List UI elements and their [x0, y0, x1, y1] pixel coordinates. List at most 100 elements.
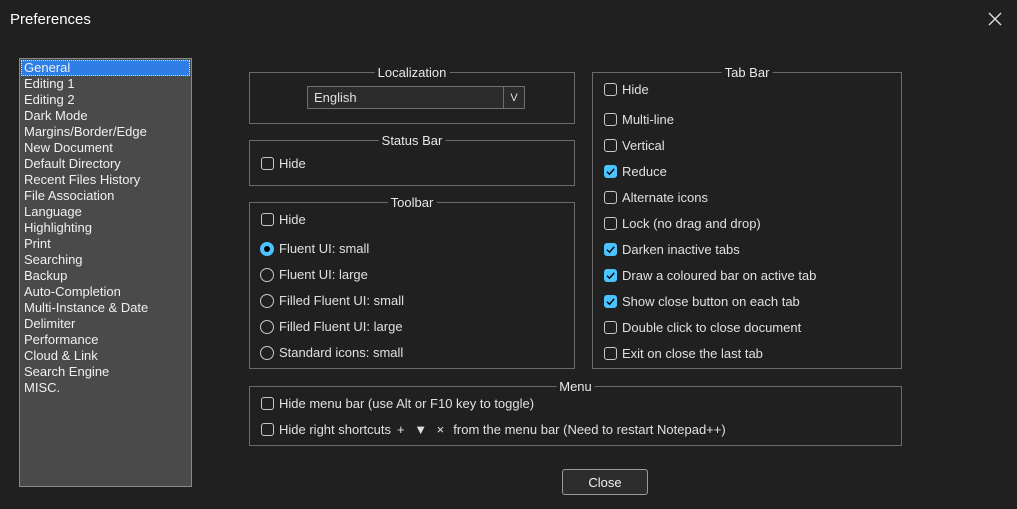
window-title: Preferences: [10, 11, 91, 28]
checkbox-icon[interactable]: [261, 157, 274, 170]
toolbar-legend: Toolbar: [387, 195, 437, 210]
category-item[interactable]: General: [21, 60, 190, 76]
checkbox-label: Hide: [622, 82, 649, 97]
toolbar-icon-radio[interactable]: Fluent UI: small: [260, 241, 369, 256]
radio-icon[interactable]: [260, 319, 274, 334]
radio-icon[interactable]: [260, 345, 274, 360]
checkmark-icon[interactable]: [604, 165, 617, 178]
status-bar-legend: Status Bar: [378, 133, 446, 148]
category-item[interactable]: MISC.: [21, 380, 190, 396]
category-item[interactable]: Recent Files History: [21, 172, 190, 188]
status-bar-hide-checkbox[interactable]: Hide: [261, 156, 306, 171]
radio-label: Fluent UI: large: [279, 267, 368, 282]
shortcut-symbols-icon: + ▼ ×: [397, 422, 448, 437]
checkbox-icon[interactable]: [604, 217, 617, 230]
checkbox-label-post: from the menu bar (Need to restart Notep…: [453, 422, 726, 437]
status-bar-group: Status Bar Hide: [249, 133, 575, 186]
tab-bar-option-checkbox[interactable]: Lock (no drag and drop): [604, 216, 761, 231]
category-item[interactable]: Backup: [21, 268, 190, 284]
category-list[interactable]: General Editing 1 Editing 2 Dark Mode Margin…: [19, 58, 192, 487]
category-item[interactable]: Editing 1: [21, 76, 190, 92]
close-icon[interactable]: [981, 6, 1009, 32]
category-item[interactable]: New Document: [21, 140, 190, 156]
dropdown-arrow-icon[interactable]: V: [503, 87, 524, 108]
toolbar-icon-radio[interactable]: Standard icons: small: [260, 345, 403, 360]
checkbox-label: Show close button on each tab: [622, 294, 800, 309]
radio-icon[interactable]: [260, 241, 274, 256]
toolbar-hide-checkbox[interactable]: Hide: [261, 212, 306, 227]
checkbox-icon[interactable]: [604, 139, 617, 152]
checkbox-label: Alternate icons: [622, 190, 708, 205]
tab-bar-option-checkbox[interactable]: Darken inactive tabs: [604, 242, 740, 257]
checkbox-label: Reduce: [622, 164, 667, 179]
checkbox-label: Lock (no drag and drop): [622, 216, 761, 231]
toolbar-group: Toolbar Hide Fluent UI: small Fluent UI: …: [249, 195, 575, 369]
checkbox-icon[interactable]: [604, 191, 617, 204]
checkbox-icon[interactable]: [261, 397, 274, 410]
tab-bar-option-checkbox[interactable]: Vertical: [604, 138, 665, 153]
hide-menu-bar-checkbox[interactable]: Hide menu bar (use Alt or F10 key to tog…: [261, 396, 534, 411]
checkbox-label: Exit on close the last tab: [622, 346, 763, 361]
checkmark-icon[interactable]: [604, 269, 617, 282]
toolbar-icon-radio[interactable]: Filled Fluent UI: small: [260, 293, 404, 308]
category-item[interactable]: Highlighting: [21, 220, 190, 236]
radio-icon[interactable]: [260, 267, 274, 282]
category-item[interactable]: Auto-Completion: [21, 284, 190, 300]
checkbox-label: Draw a coloured bar on active tab: [622, 268, 817, 283]
checkbox-icon[interactable]: [604, 347, 617, 360]
tab-bar-option-checkbox[interactable]: Show close button on each tab: [604, 294, 800, 309]
localization-group: Localization English V: [249, 65, 575, 124]
category-item[interactable]: Multi-Instance & Date: [21, 300, 190, 316]
hide-right-shortcuts-checkbox[interactable]: Hide right shortcuts + ▼ × from the menu…: [261, 422, 726, 437]
category-item[interactable]: Search Engine: [21, 364, 190, 380]
toolbar-icon-radio[interactable]: Fluent UI: large: [260, 267, 368, 282]
checkbox-label: Hide: [279, 156, 306, 171]
menu-legend: Menu: [556, 379, 595, 394]
checkbox-icon[interactable]: [604, 321, 617, 334]
category-item[interactable]: Default Directory: [21, 156, 190, 172]
language-select[interactable]: English V: [307, 86, 525, 109]
menu-group: Menu Hide menu bar (use Alt or F10 key t…: [249, 379, 902, 446]
checkbox-label: Double click to close document: [622, 320, 802, 335]
checkbox-label: Hide menu bar (use Alt or F10 key to tog…: [279, 396, 535, 411]
tab-bar-option-checkbox[interactable]: Hide: [604, 82, 649, 97]
radio-label: Standard icons: small: [279, 345, 404, 360]
category-item[interactable]: Margins/Border/Edge: [21, 124, 190, 140]
radio-icon[interactable]: [260, 293, 274, 308]
category-item[interactable]: Dark Mode: [21, 108, 190, 124]
tab-bar-option-checkbox[interactable]: Double click to close document: [604, 320, 801, 335]
toolbar-icon-radio[interactable]: Filled Fluent UI: large: [260, 319, 403, 334]
category-item[interactable]: Language: [21, 204, 190, 220]
tab-bar-option-checkbox[interactable]: Reduce: [604, 164, 667, 179]
title-bar: Preferences: [0, 0, 1017, 40]
close-button[interactable]: Close: [562, 469, 648, 495]
tab-bar-group: Tab Bar Hide Multi-line Vertical Reduce Alte…: [592, 65, 902, 369]
tab-bar-option-checkbox[interactable]: Exit on close the last tab: [604, 346, 763, 361]
tab-bar-option-checkbox[interactable]: Alternate icons: [604, 190, 708, 205]
category-item[interactable]: Print: [21, 236, 190, 252]
tab-bar-option-checkbox[interactable]: Draw a coloured bar on active tab: [604, 268, 816, 283]
checkbox-icon[interactable]: [261, 423, 274, 436]
checkmark-icon[interactable]: [604, 243, 617, 256]
checkbox-icon[interactable]: [604, 83, 617, 96]
checkbox-label-pre: Hide right shortcuts: [279, 422, 391, 437]
category-item[interactable]: Delimiter: [21, 316, 190, 332]
category-item[interactable]: File Association: [21, 188, 190, 204]
checkbox-icon[interactable]: [604, 113, 617, 126]
radio-label: Fluent UI: small: [279, 241, 370, 256]
checkbox-label: Darken inactive tabs: [622, 242, 740, 257]
tab-bar-legend: Tab Bar: [721, 65, 773, 80]
checkbox-label: Vertical: [622, 138, 665, 153]
tab-bar-option-checkbox[interactable]: Multi-line: [604, 112, 674, 127]
checkmark-icon[interactable]: [604, 295, 617, 308]
category-item[interactable]: Cloud & Link: [21, 348, 190, 364]
radio-label: Filled Fluent UI: large: [279, 319, 403, 334]
radio-label: Filled Fluent UI: small: [279, 293, 404, 308]
category-item[interactable]: Editing 2: [21, 92, 190, 108]
checkbox-label: Multi-line: [622, 112, 675, 127]
category-item[interactable]: Searching: [21, 252, 190, 268]
language-value: English: [314, 90, 357, 105]
category-item[interactable]: Performance: [21, 332, 190, 348]
checkbox-icon[interactable]: [261, 213, 274, 226]
localization-legend: Localization: [374, 65, 450, 80]
